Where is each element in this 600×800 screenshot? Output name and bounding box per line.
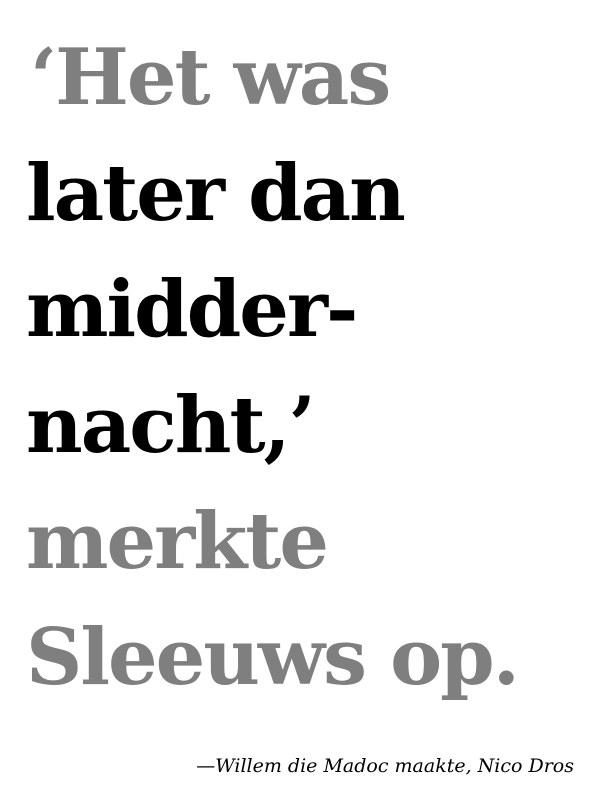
quote-line-5: merkte [26, 496, 329, 587]
quote-block: ‘Het was later dan midder- nacht,’ merkt… [26, 20, 520, 716]
quote-line-2: later dan [26, 148, 406, 239]
quote-line-6: Sleeuws op. [26, 612, 520, 703]
quote-line-1: ‘Het was [30, 32, 391, 123]
attribution: —Willem die Madoc maakte, Nico Dros [196, 755, 574, 777]
quote-line-3: midder- [26, 264, 358, 355]
quote-line-4: nacht,’ [26, 380, 316, 471]
